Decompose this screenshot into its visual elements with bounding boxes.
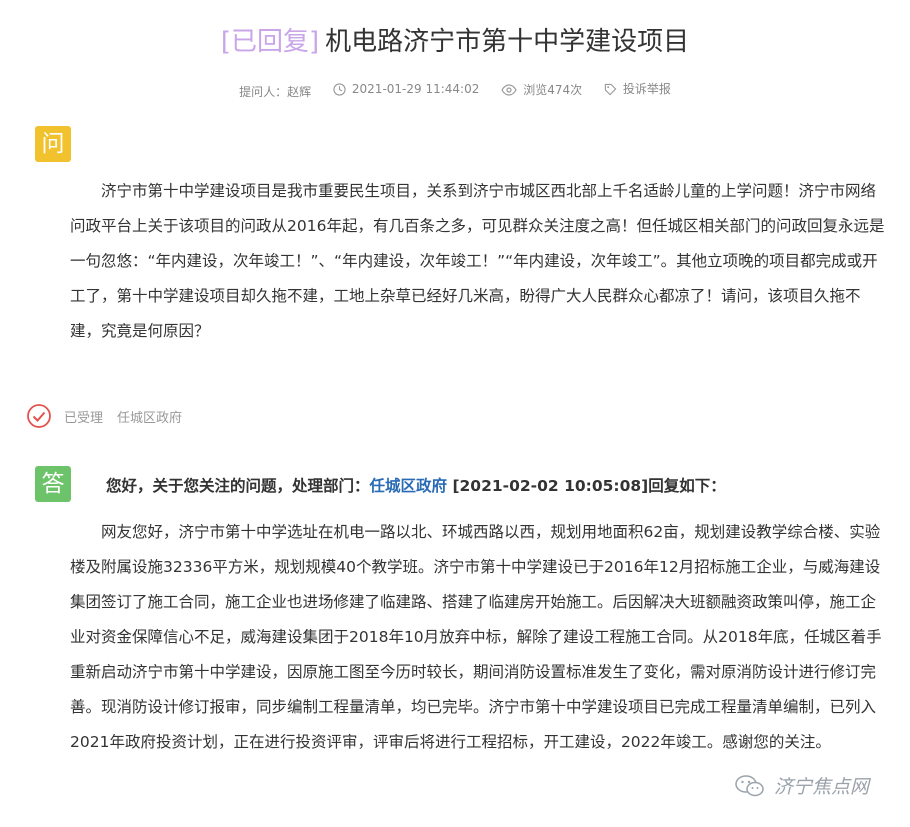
report-link[interactable]: 投诉举报 (604, 79, 671, 99)
watermark: 济宁焦点网 (734, 772, 869, 799)
wechat-icon (735, 774, 764, 796)
tag-icon (604, 83, 617, 95)
page-title: [已回复] 机电路济宁市第十中学建设项目 (0, 22, 910, 62)
clock-icon (333, 82, 346, 96)
accepted-label: 已受理 (64, 410, 104, 426)
meta-bar: 提问人：赵辉 2021-01-29 11:44:02 浏览474次 投诉举报 (0, 79, 910, 102)
check-circle-icon (27, 404, 51, 428)
datetime-info: 2021-01-29 11:44:02 (333, 79, 479, 99)
views-info: 浏览474次 (501, 80, 582, 100)
answer-heading: 您好，关于您关注的问题，处理部门：任城区政府 [2021-02-02 10:05… (106, 474, 726, 498)
title-text: 机电路济宁市第十中学建设项目 (325, 27, 690, 57)
eye-icon (501, 83, 517, 96)
answer-head-suffix: [2021-02-02 10:05:08]回复如下： (452, 477, 726, 495)
answer-head-prefix: 您好，关于您关注的问题，处理部门： (106, 477, 370, 495)
question-badge: 问 (35, 126, 71, 162)
datetime-text: 2021-01-29 11:44:02 (351, 82, 480, 96)
processing-status: 已受理 任城区政府 (26, 403, 182, 429)
asker-label: 提问人：赵辉 (239, 84, 312, 99)
answer-body: 网友您好，济宁市第十中学选址在机电一路以北、环城西路以西，规划用地面积62亩，规… (70, 523, 882, 751)
views-text: 浏览474次 (523, 82, 583, 97)
reply-status-tag: [已回复] (220, 27, 320, 57)
department-link[interactable]: 任城区政府 (370, 477, 448, 495)
report-label[interactable]: 投诉举报 (623, 79, 671, 99)
answer-badge: 答 (35, 466, 71, 502)
department-label: 任城区政府 (117, 410, 183, 426)
watermark-text: 济宁焦点网 (774, 776, 870, 798)
question-body: 济宁市第十中学建设项目是我市重要民生项目，关系到济宁市城区西北部上千名适龄儿童的… (70, 182, 885, 340)
asker-info: 提问人：赵辉 (239, 82, 311, 102)
